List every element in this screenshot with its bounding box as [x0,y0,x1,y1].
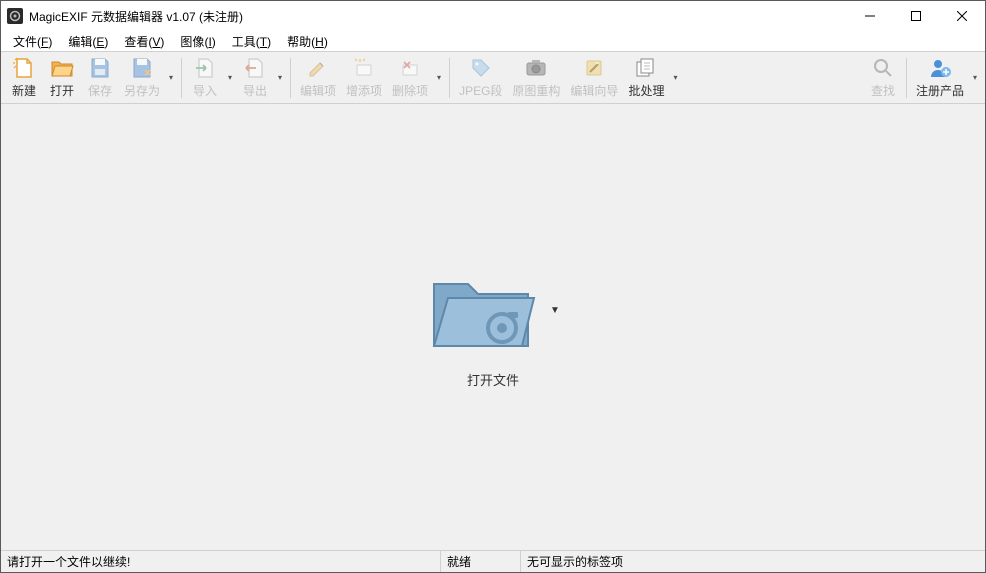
open-folder-icon [50,56,74,80]
tag-icon [469,56,493,80]
batch-button[interactable]: 批处理 [623,54,669,102]
menu-view[interactable]: 查看(V) [116,31,172,52]
import-icon [193,56,217,80]
open-button[interactable]: 打开 [43,54,81,102]
export-dropdown[interactable]: ▾ [274,54,286,102]
import-button[interactable]: 导入 [186,54,224,102]
register-button[interactable]: 注册产品 [911,54,969,102]
new-icon [12,56,36,80]
statusbar: 请打开一个文件以继续! 就绪 无可显示的标签项 [1,550,985,572]
find-button[interactable]: 查找 [864,54,902,102]
open-file-dropzone[interactable]: ▼ [426,266,560,356]
toolbar: 新建 打开 保存 另存为 ▾ 导入 ▾ [1,52,985,104]
edit-item-button[interactable]: 编辑项 [295,54,341,102]
batch-icon [634,56,658,80]
import-dropdown[interactable]: ▾ [224,54,236,102]
batch-dropdown[interactable]: ▾ [669,54,681,102]
status-left: 请打开一个文件以继续! [1,551,441,572]
add-item-button[interactable]: 增添项 [341,54,387,102]
wizard-button[interactable]: 编辑向导 [565,54,623,102]
rebuild-button[interactable]: 原图重构 [507,54,565,102]
saveas-button[interactable]: 另存为 [119,54,165,102]
minimize-button[interactable] [847,1,893,31]
jpeg-button[interactable]: JPEG段 [454,54,507,102]
save-icon [88,56,112,80]
pencil-icon [306,56,330,80]
menu-image[interactable]: 图像(I) [172,31,223,52]
menu-file[interactable]: 文件(F) [5,31,60,52]
camera-icon [524,56,548,80]
close-button[interactable] [939,1,985,31]
chevron-down-icon[interactable]: ▼ [550,305,560,316]
app-icon [7,8,23,24]
delete-item-button[interactable]: 删除项 [387,54,433,102]
status-right: 无可显示的标签项 [521,551,985,572]
folder-large-icon [426,266,536,356]
search-icon [871,56,895,80]
register-dropdown[interactable]: ▾ [969,54,981,102]
user-plus-icon [928,56,952,80]
menubar: 文件(F) 编辑(E) 查看(V) 图像(I) 工具(T) 帮助(H) [1,31,985,52]
window-controls [847,1,985,31]
maximize-button[interactable] [893,1,939,31]
open-file-label: 打开文件 [467,370,519,389]
save-button[interactable]: 保存 [81,54,119,102]
workarea: ▼ 打开文件 [1,104,985,550]
delete-dropdown[interactable]: ▾ [433,54,445,102]
export-icon [243,56,267,80]
add-icon [352,56,376,80]
export-button[interactable]: 导出 [236,54,274,102]
saveas-icon [130,56,154,80]
new-button[interactable]: 新建 [5,54,43,102]
menu-edit[interactable]: 编辑(E) [60,31,116,52]
window-title: MagicEXIF 元数据编辑器 v1.07 (未注册) [29,8,847,25]
saveas-dropdown[interactable]: ▾ [165,54,177,102]
menu-tools[interactable]: 工具(T) [224,31,279,52]
titlebar: MagicEXIF 元数据编辑器 v1.07 (未注册) [1,1,985,31]
menu-help[interactable]: 帮助(H) [279,31,336,52]
delete-icon [398,56,422,80]
status-center: 就绪 [441,551,521,572]
wand-icon [582,56,606,80]
